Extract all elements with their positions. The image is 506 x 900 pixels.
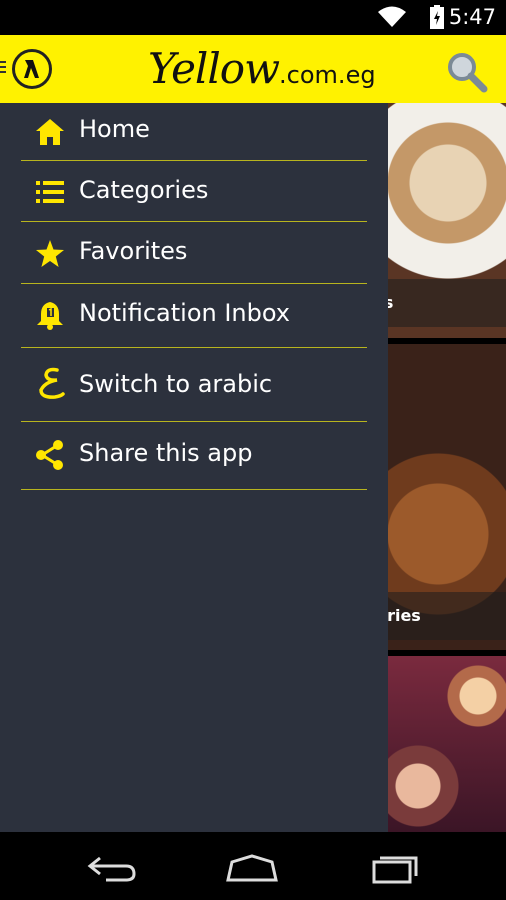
drawer-item-label: Share this app xyxy=(79,439,253,467)
arabic-letter-icon xyxy=(33,366,67,400)
category-tile-nightlife[interactable] xyxy=(388,656,506,832)
brand-logo: Yellow.com.eg xyxy=(148,37,376,101)
drawer-item-label: Switch to arabic xyxy=(79,370,273,398)
brand-domain: .com.eg xyxy=(279,61,376,89)
drawer-item-switch-language[interactable]: Switch to arabic xyxy=(21,348,367,422)
category-tile-cafes[interactable]: fes xyxy=(388,103,506,338)
drawer-item-home[interactable]: Home xyxy=(21,103,367,161)
drawer-item-label: Categories xyxy=(79,176,209,204)
category-tile-bakeries[interactable]: keries xyxy=(388,344,506,650)
category-grid: fes keries xyxy=(388,103,506,832)
drawer-toggle-indicator[interactable] xyxy=(0,61,6,75)
search-icon[interactable] xyxy=(444,49,488,93)
drawer-item-favorites[interactable]: Favorites xyxy=(21,222,367,284)
drawer-item-share[interactable]: Share this app xyxy=(21,422,367,490)
category-tile-label: fes xyxy=(388,293,394,312)
drawer-item-label: Home xyxy=(79,115,150,143)
home-icon xyxy=(33,115,67,149)
battery-charging-icon xyxy=(430,5,444,29)
yellow-pages-walking-fingers-icon[interactable] xyxy=(12,49,52,89)
list-icon xyxy=(33,175,67,209)
drawer-item-categories[interactable]: Categories xyxy=(21,161,367,222)
share-icon xyxy=(33,438,67,472)
system-nav-bar xyxy=(0,832,506,900)
status-time: 5:47 xyxy=(448,5,496,29)
category-tile-label: keries xyxy=(388,606,421,625)
home-nav-icon[interactable] xyxy=(222,850,282,886)
back-icon[interactable] xyxy=(82,850,142,886)
brand-script: Yellow xyxy=(148,44,280,93)
drawer-item-label: Notification Inbox xyxy=(79,299,291,327)
wifi-icon xyxy=(378,6,406,27)
recent-apps-icon[interactable] xyxy=(364,850,424,886)
star-icon xyxy=(33,236,67,270)
notification-bell-icon xyxy=(33,298,67,332)
drawer-item-notification-inbox[interactable]: Notification Inbox xyxy=(21,284,367,348)
app-header: Yellow.com.eg xyxy=(0,35,506,103)
drawer-item-label: Favorites xyxy=(79,237,188,265)
navigation-drawer: Home Categories Favorites Notification I… xyxy=(0,103,388,832)
status-bar: 5:47 xyxy=(0,0,506,35)
